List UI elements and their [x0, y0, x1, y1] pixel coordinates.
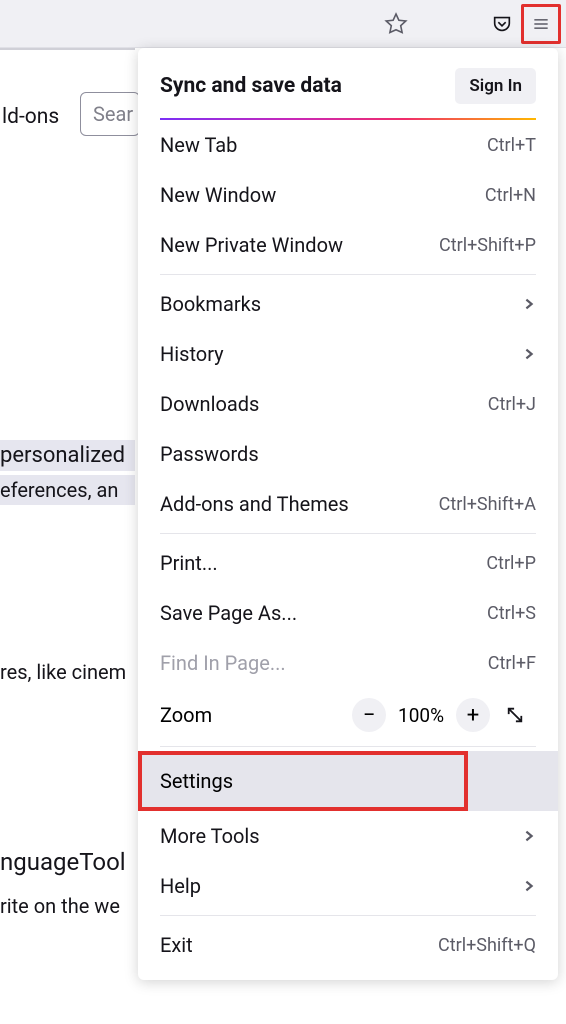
menu-new-private-window[interactable]: New Private Window Ctrl+Shift+P — [152, 220, 544, 270]
app-menu-panel: Sync and save data Sign In New Tab Ctrl+… — [138, 48, 558, 980]
zoom-out-button[interactable]: − — [352, 698, 386, 732]
menu-bookmarks[interactable]: Bookmarks — [152, 279, 544, 329]
separator — [160, 533, 536, 534]
menu-history[interactable]: History — [152, 329, 544, 379]
separator — [160, 915, 536, 916]
chevron-right-icon — [522, 874, 536, 898]
chevron-right-icon — [522, 292, 536, 316]
sign-in-button[interactable]: Sign In — [455, 68, 536, 104]
menu-passwords[interactable]: Passwords — [152, 429, 544, 479]
menu-more-tools[interactable]: More Tools — [152, 811, 544, 861]
fullscreen-button[interactable] — [498, 698, 532, 732]
pocket-icon[interactable] — [483, 5, 521, 43]
hamburger-menu-button[interactable] — [525, 8, 557, 40]
bg-text-cinema: res, like cinem — [0, 660, 126, 684]
browser-toolbar — [0, 0, 566, 48]
menu-addons-themes[interactable]: Add-ons and Themes Ctrl+Shift+A — [152, 479, 544, 529]
menu-settings-highlighted[interactable]: Settings — [138, 751, 558, 811]
menu-find-in-page[interactable]: Find In Page... Ctrl+F — [152, 638, 544, 688]
menu-downloads[interactable]: Downloads Ctrl+J — [152, 379, 544, 429]
zoom-label: Zoom — [160, 703, 348, 727]
menu-save-page-as[interactable]: Save Page As... Ctrl+S — [152, 588, 544, 638]
settings-red-box: Settings — [138, 751, 468, 811]
bg-text-writeweb: rite on the we — [0, 894, 120, 918]
menu-new-window[interactable]: New Window Ctrl+N — [152, 170, 544, 220]
sync-row: Sync and save data Sign In — [152, 56, 544, 118]
separator — [160, 746, 536, 747]
menu-help[interactable]: Help — [152, 861, 544, 911]
menu-exit[interactable]: Exit Ctrl+Shift+Q — [152, 920, 544, 970]
bookmark-star-icon[interactable] — [377, 5, 415, 43]
search-input[interactable]: Sear — [80, 92, 140, 136]
menu-new-tab[interactable]: New Tab Ctrl+T — [152, 120, 544, 170]
sync-title: Sync and save data — [160, 74, 342, 98]
bg-text-langtool: nguageTool — [0, 848, 126, 876]
menu-print[interactable]: Print... Ctrl+P — [152, 538, 544, 588]
separator — [160, 274, 536, 275]
zoom-row: Zoom − 100% + — [152, 688, 544, 742]
zoom-in-button[interactable]: + — [456, 698, 490, 732]
bg-text-preferences: eferences, an — [0, 475, 135, 505]
background-page: ld-ons — [0, 48, 135, 1024]
bg-text-personalized: personalized — [0, 440, 135, 471]
zoom-value: 100% — [390, 704, 452, 727]
hamburger-highlight — [521, 4, 561, 44]
chevron-right-icon — [522, 824, 536, 848]
chevron-right-icon — [522, 342, 536, 366]
